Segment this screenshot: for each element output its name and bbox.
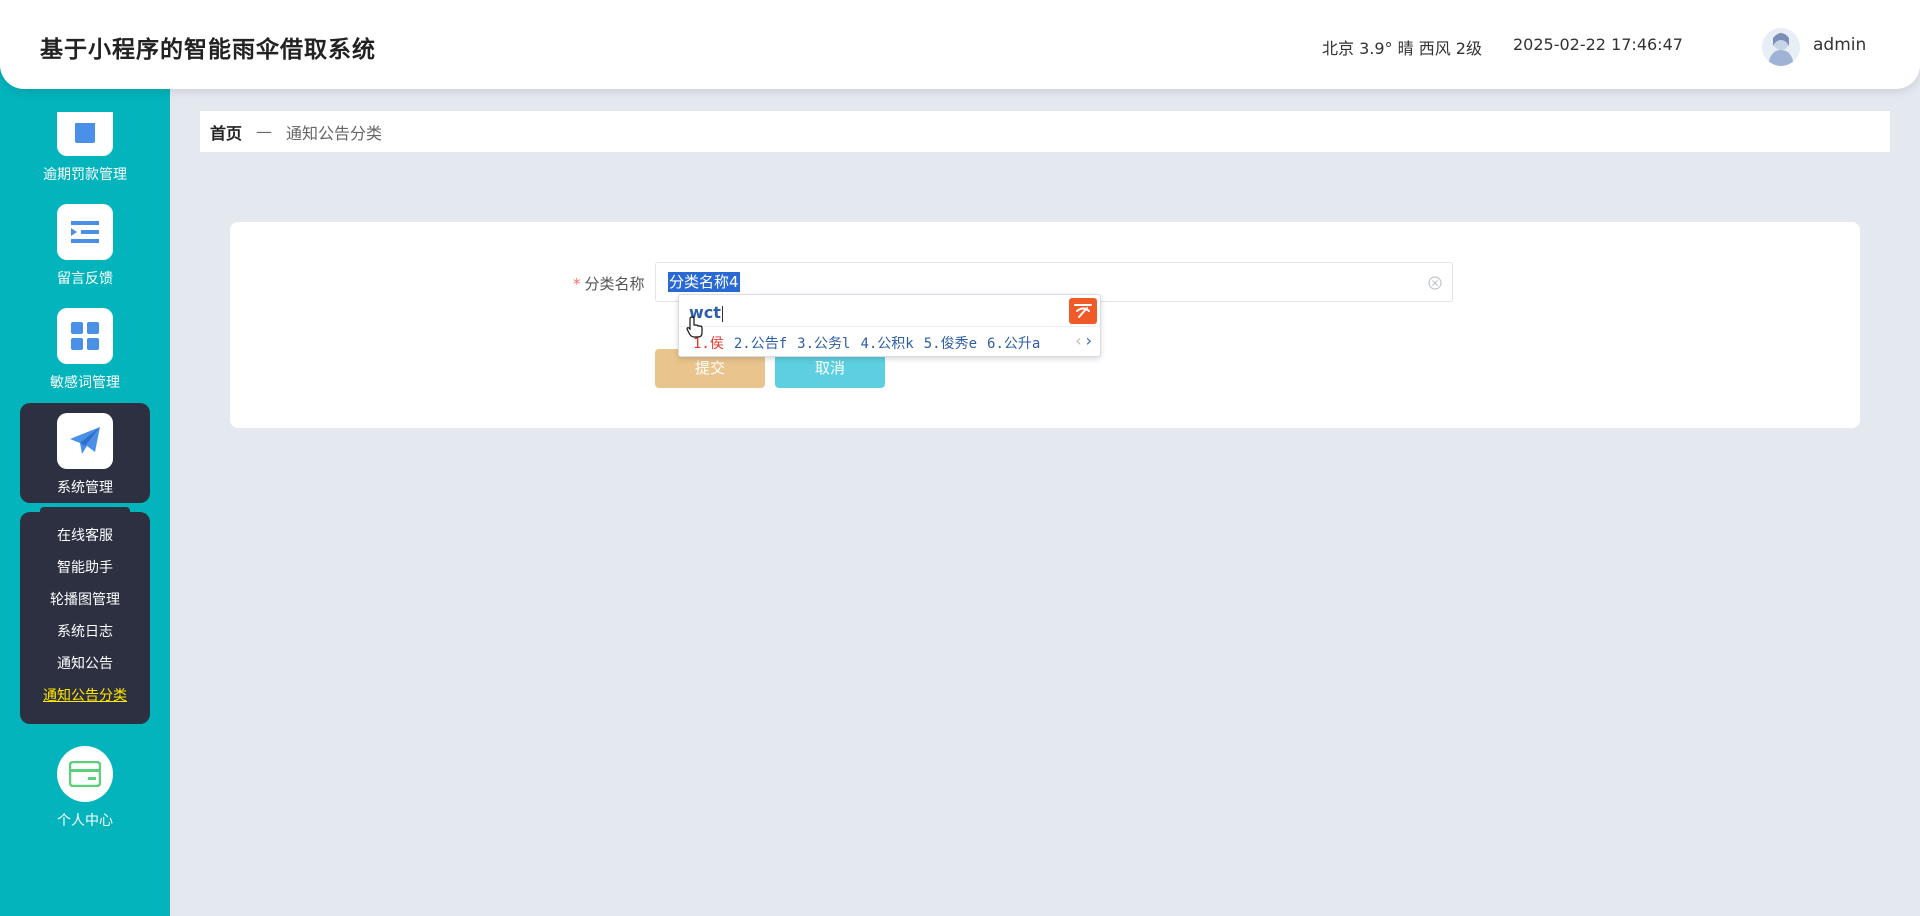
sidebar-item-label: 敏感词管理 (50, 375, 120, 391)
weather-info: 北京 3.9° 晴 西风 2级 (1322, 39, 1482, 58)
ime-candidate[interactable]: 6.公升a (987, 333, 1040, 353)
required-mark: * (573, 275, 581, 293)
ime-divider (679, 326, 1100, 327)
sidebar-item-label: 个人中心 (57, 813, 113, 829)
ime-caret (721, 305, 723, 322)
submenu-item-smart-assistant[interactable]: 智能助手 (20, 557, 150, 589)
card-icon (57, 746, 113, 802)
ime-candidate[interactable]: 2.公告f (734, 333, 787, 353)
breadcrumb: 首页 — 通知公告分类 (200, 111, 1890, 152)
ime-page-nav: ‹ › (1075, 331, 1092, 350)
current-datetime: 2025-02-22 17:46:47 (1513, 35, 1683, 54)
sidebar-item-feedback[interactable]: 留言反馈 (20, 204, 150, 288)
sidebar-item-label: 系统管理 (57, 480, 113, 496)
system-submenu: 在线客服 智能助手 轮播图管理 系统日志 通知公告 通知公告分类 (20, 512, 150, 724)
ime-next-page-icon[interactable]: › (1086, 331, 1092, 350)
sidebar-item-personal-center[interactable]: 个人中心 (20, 746, 150, 830)
sidebar-item-label: 逾期罚款管理 (43, 167, 127, 183)
ime-candidate[interactable]: 4.公积k (860, 333, 913, 353)
breadcrumb-home[interactable]: 首页 (210, 120, 242, 144)
sidebar-item-system-management[interactable]: 系统管理 (20, 413, 150, 497)
submenu-item-carousel[interactable]: 轮播图管理 (20, 589, 150, 621)
category-name-label: * 分类名称 (573, 273, 645, 294)
shop-icon (57, 112, 113, 156)
top-header: 基于小程序的智能雨伞借取系统 北京 3.9° 晴 西风 2级 2025-02-2… (0, 0, 1920, 89)
ime-candidate-window: wct 1.侯 2.公告f 3.公务l 4.公积k 5.俊秀e 6.公升a ‹ › (678, 294, 1101, 357)
avatar[interactable] (1762, 28, 1800, 66)
submenu-item-notice[interactable]: 通知公告 (20, 653, 150, 685)
app-title: 基于小程序的智能雨伞借取系统 (40, 37, 376, 63)
ime-logo-icon[interactable] (1069, 298, 1097, 324)
sidebar-item-sensitive-words[interactable]: 敏感词管理 (20, 308, 150, 392)
hand-cursor-icon (686, 316, 704, 338)
list-indent-icon (57, 204, 113, 260)
clear-icon[interactable] (1428, 275, 1442, 290)
submenu-item-online-service[interactable]: 在线客服 (20, 525, 150, 557)
grid-icon (57, 308, 113, 364)
ime-prev-page-icon[interactable]: ‹ (1075, 331, 1081, 350)
breadcrumb-current: 通知公告分类 (286, 123, 383, 143)
category-name-label-text: 分类名称 (584, 275, 645, 293)
breadcrumb-separator: — (256, 122, 273, 141)
sidebar-item-overdue-fines[interactable]: 逾期罚款管理 (20, 112, 150, 184)
ime-candidates: 1.侯 2.公告f 3.公务l 4.公积k 5.俊秀e 6.公升a (693, 333, 1050, 353)
ime-candidate[interactable]: 3.公务l (797, 333, 850, 353)
sidebar-item-label: 留言反馈 (57, 271, 113, 287)
category-name-value: 分类名称4 (668, 272, 740, 292)
paper-plane-icon (57, 413, 113, 469)
ime-candidate[interactable]: 5.俊秀e (924, 333, 977, 353)
submenu-item-notice-category[interactable]: 通知公告分类 (20, 685, 150, 717)
submenu-item-system-log[interactable]: 系统日志 (20, 621, 150, 653)
sidebar: 逾期罚款管理 留言反馈 敏感词管理 系统管理 在线客服 智能助手 轮播图管理 系… (0, 0, 170, 916)
username[interactable]: admin (1813, 35, 1866, 55)
